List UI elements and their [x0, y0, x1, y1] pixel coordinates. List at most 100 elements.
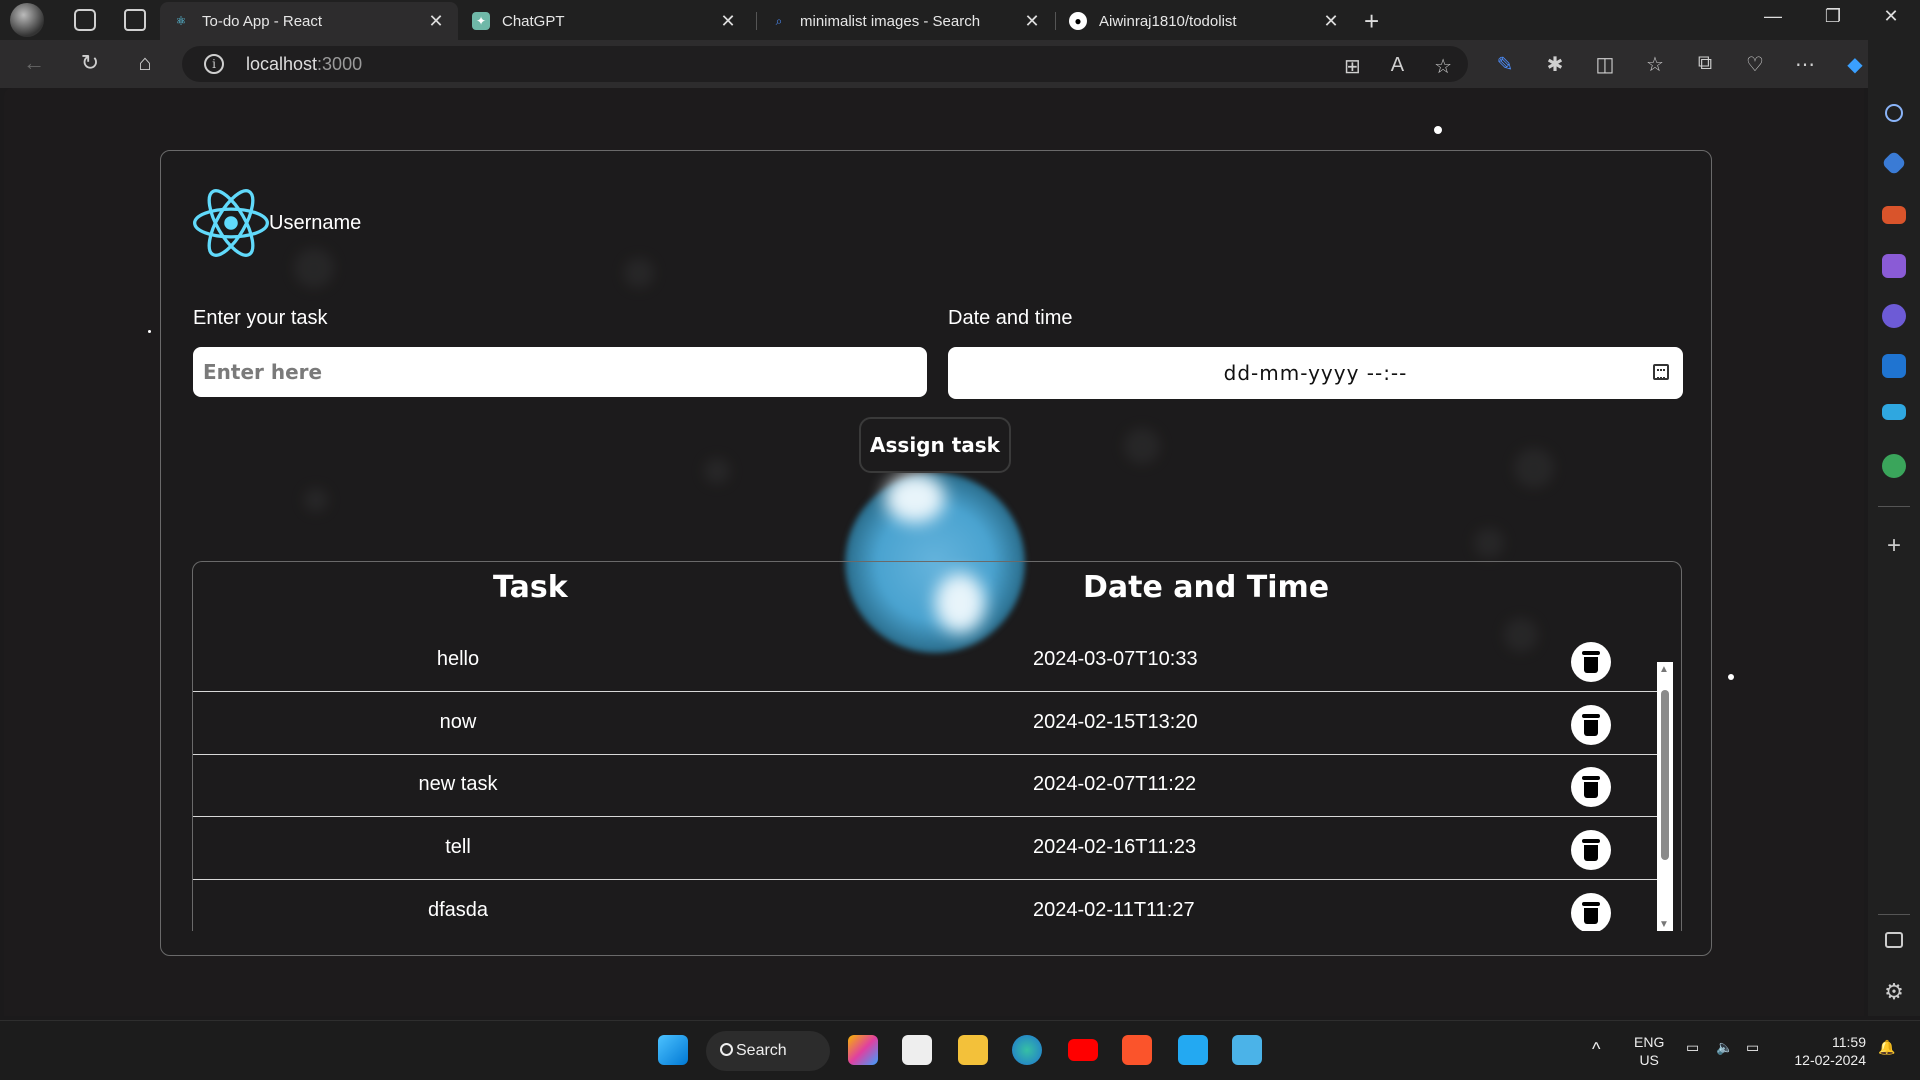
- tools-icon[interactable]: [1882, 206, 1906, 224]
- scroll-down-icon[interactable]: ▼: [1659, 919, 1669, 930]
- datetime-column-header: Date and Time: [1083, 570, 1330, 605]
- region-code: US: [1639, 1052, 1659, 1068]
- scrollbar-thumb[interactable]: [1661, 690, 1669, 860]
- notifications-bell-icon[interactable]: 🔔: [1878, 1039, 1895, 1056]
- delete-button[interactable]: [1571, 642, 1611, 682]
- more-options-icon[interactable]: ⋯: [1794, 52, 1816, 77]
- task-cell: tell: [445, 836, 471, 858]
- outlook-icon[interactable]: [1882, 354, 1906, 378]
- favorites-icon[interactable]: ☆: [1644, 52, 1666, 77]
- copilot-icon[interactable]: ◆: [1844, 52, 1866, 77]
- hide-sidebar-icon[interactable]: [1885, 932, 1903, 948]
- shopping-icon[interactable]: [1881, 150, 1907, 176]
- chatgpt-icon: ✦: [472, 12, 490, 30]
- trash-icon: [1582, 776, 1600, 798]
- table-row: new task 2024-02-07T11:22: [193, 755, 1669, 817]
- tab-github[interactable]: ● Aiwinraj1810/todolist ✕: [1057, 2, 1353, 40]
- clock-date: 12-02-2024: [1794, 1052, 1866, 1068]
- edge-sidebar: + ⚙: [1868, 40, 1920, 1016]
- clock[interactable]: 11:59 12-02-2024: [1786, 1033, 1866, 1069]
- favorite-star-icon[interactable]: ☆: [1434, 54, 1452, 79]
- datetime-cell: 2024-03-07T10:33: [1033, 648, 1198, 670]
- read-aloud-icon[interactable]: A: [1391, 54, 1404, 79]
- profile-avatar[interactable]: [10, 3, 44, 37]
- close-icon[interactable]: ✕: [426, 11, 446, 32]
- close-window-button[interactable]: ✕: [1868, 6, 1914, 27]
- microsoft-365-icon[interactable]: [1882, 304, 1906, 328]
- background-star: [1434, 126, 1442, 134]
- orb-highlight: [885, 473, 945, 523]
- sidebar-search-icon[interactable]: [1885, 104, 1903, 122]
- tree-icon[interactable]: [1882, 454, 1906, 478]
- task-field-label: Enter your task: [193, 307, 328, 329]
- notepad-icon[interactable]: [1232, 1035, 1262, 1065]
- minimize-button[interactable]: —: [1750, 6, 1796, 27]
- home-button[interactable]: ⌂: [131, 50, 159, 76]
- delete-button[interactable]: [1571, 767, 1611, 807]
- brave-browser-icon[interactable]: [1122, 1035, 1152, 1065]
- telegram-icon[interactable]: [1882, 404, 1906, 420]
- extensions-icon[interactable]: ✱: [1544, 52, 1566, 77]
- task-cell: new task: [418, 773, 498, 795]
- new-tab-button[interactable]: +: [1364, 6, 1379, 37]
- tab-actions-icon[interactable]: [124, 9, 146, 31]
- browser-essentials-icon[interactable]: ♡: [1744, 52, 1766, 77]
- add-icon[interactable]: +: [1882, 534, 1906, 558]
- vscode-icon[interactable]: [1178, 1035, 1208, 1065]
- assign-task-button[interactable]: Assign task: [859, 417, 1011, 473]
- collections-icon[interactable]: ⧉: [1694, 52, 1716, 77]
- close-icon[interactable]: ✕: [1321, 11, 1341, 32]
- windows-start-icon[interactable]: [658, 1035, 688, 1065]
- restore-button[interactable]: ❐: [1810, 6, 1856, 27]
- edge-browser-icon[interactable]: [1012, 1035, 1042, 1065]
- url-text[interactable]: localhost:3000: [246, 54, 362, 75]
- back-button[interactable]: ←: [20, 50, 48, 76]
- volume-icon[interactable]: 🔈: [1716, 1039, 1733, 1056]
- refresh-button[interactable]: ↻: [76, 50, 104, 76]
- task-input[interactable]: [193, 347, 927, 397]
- calendar-icon[interactable]: [1653, 364, 1669, 380]
- app-available-icon[interactable]: ⊞: [1344, 54, 1361, 79]
- scroll-up-icon[interactable]: ▲: [1659, 664, 1669, 675]
- trash-icon: [1582, 714, 1600, 736]
- network-icon[interactable]: ▭: [1686, 1039, 1699, 1056]
- tab-minimalist-images[interactable]: ⌕ minimalist images - Search ✕: [758, 2, 1054, 40]
- tab-todo-app[interactable]: ⚛ To-do App - React ✕: [160, 2, 458, 40]
- youtube-icon[interactable]: [1068, 1039, 1098, 1061]
- microsoft-store-icon[interactable]: [902, 1035, 932, 1065]
- copilot-pre-icon[interactable]: [848, 1035, 878, 1065]
- task-cell: hello: [436, 648, 480, 670]
- battery-icon[interactable]: ▭: [1746, 1039, 1759, 1056]
- address-bar-actions: ⊞ A ☆: [1344, 54, 1452, 79]
- language-indicator[interactable]: ENG US: [1634, 1033, 1664, 1069]
- show-hidden-icons[interactable]: ^: [1592, 1039, 1600, 1060]
- settings-gear-icon[interactable]: ⚙: [1882, 980, 1906, 1004]
- workspaces-icon[interactable]: [74, 9, 96, 31]
- address-bar[interactable]: i localhost:3000 ⊞ A ☆: [182, 46, 1468, 82]
- datetime-placeholder: dd-mm-yyyy --:--: [1223, 361, 1408, 385]
- extension-pin-icon[interactable]: ✎: [1494, 52, 1516, 77]
- taskbar-search-label: Search: [736, 1042, 787, 1059]
- delete-button[interactable]: [1571, 705, 1611, 745]
- taskbar-search[interactable]: Search: [706, 1031, 830, 1071]
- task-table: Task Date and Time hello 2024-03-07T10:3…: [192, 561, 1682, 931]
- datetime-cell: 2024-02-07T11:22: [1033, 773, 1197, 795]
- file-explorer-icon[interactable]: [958, 1035, 988, 1065]
- tab-title: ChatGPT: [502, 12, 565, 30]
- sidebar-divider: [1878, 506, 1910, 507]
- split-screen-icon[interactable]: ◫: [1594, 52, 1616, 77]
- table-row: hello 2024-03-07T10:33: [193, 630, 1669, 692]
- close-icon[interactable]: ✕: [718, 11, 738, 32]
- background-star: [1728, 674, 1734, 680]
- table-scrollbar[interactable]: ▲ ▼: [1657, 662, 1673, 931]
- tab-chatgpt[interactable]: ✦ ChatGPT ✕: [460, 2, 750, 40]
- close-icon[interactable]: ✕: [1022, 11, 1042, 32]
- username-label: Username: [269, 211, 362, 234]
- datetime-input[interactable]: dd-mm-yyyy --:--: [948, 347, 1683, 399]
- delete-button[interactable]: [1571, 893, 1611, 931]
- clock-time: 11:59: [1832, 1034, 1866, 1050]
- delete-button[interactable]: [1571, 830, 1611, 870]
- site-info-icon[interactable]: i: [204, 54, 224, 74]
- date-field-label: Date and time: [948, 307, 1073, 329]
- games-icon[interactable]: [1882, 254, 1906, 278]
